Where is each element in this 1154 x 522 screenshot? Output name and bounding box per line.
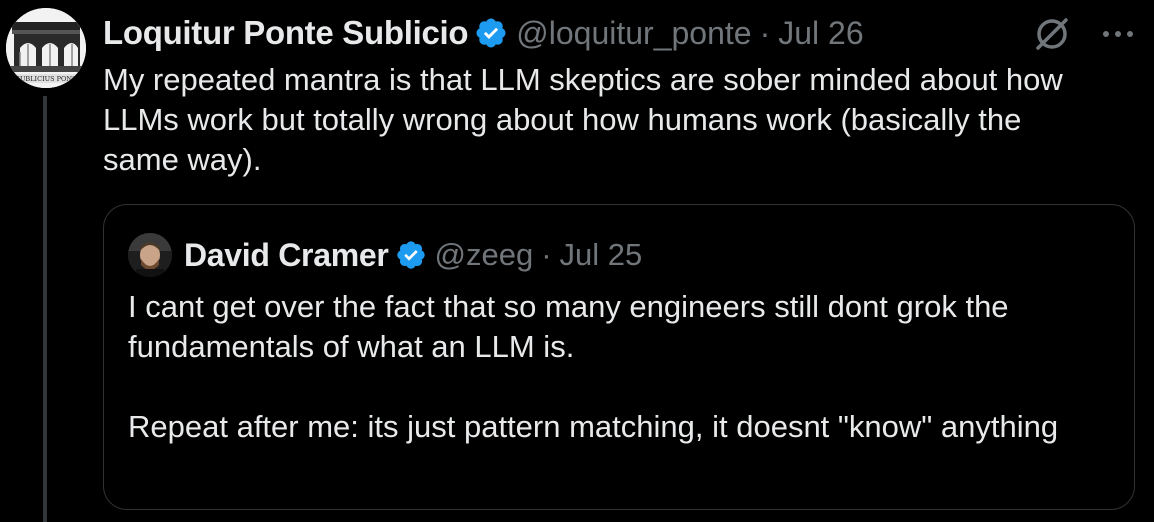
quoted-tweet-header: David Cramer @zeeg · Jul 25 bbox=[128, 233, 642, 277]
quoted-verified-badge-icon bbox=[395, 239, 427, 271]
thread-line bbox=[43, 96, 47, 522]
tweet-text: My repeated mantra is that LLM skeptics … bbox=[103, 62, 1063, 177]
more-options-icon[interactable] bbox=[1096, 12, 1140, 56]
author-handle[interactable]: @loquitur_ponte bbox=[516, 15, 751, 52]
quoted-author-avatar[interactable] bbox=[128, 233, 172, 277]
quoted-tweet-text: I cant get over the fact that so many en… bbox=[128, 287, 1128, 447]
tweet-header: Loquitur Ponte Sublicio @loquitur_ponte … bbox=[103, 8, 864, 58]
bridge-engraving-image: SUBLICIUS PONS bbox=[6, 8, 86, 88]
quoted-author-name[interactable]: David Cramer bbox=[184, 237, 389, 274]
quoted-header-separator: · bbox=[541, 237, 552, 272]
avatar-caption: SUBLICIUS PONS bbox=[16, 75, 77, 83]
quoted-tweet-date[interactable]: Jul 25 bbox=[560, 237, 643, 273]
tweet-date[interactable]: Jul 26 bbox=[778, 15, 863, 52]
header-separator: · bbox=[759, 14, 771, 51]
quoted-tweet-paragraph: I cant get over the fact that so many en… bbox=[128, 289, 1009, 364]
grok-slash-icon[interactable] bbox=[1030, 12, 1074, 56]
verified-badge-icon bbox=[474, 16, 508, 50]
quoted-tweet-paragraph: Repeat after me: its just pattern matchi… bbox=[128, 409, 1059, 444]
quoted-tweet-card[interactable]: David Cramer @zeeg · Jul 25 I cant get o… bbox=[103, 204, 1135, 510]
author-avatar[interactable]: SUBLICIUS PONS bbox=[6, 8, 86, 88]
quoted-author-photo bbox=[128, 233, 172, 277]
quoted-author-handle[interactable]: @zeeg bbox=[435, 237, 534, 273]
author-name[interactable]: Loquitur Ponte Sublicio bbox=[103, 14, 469, 52]
